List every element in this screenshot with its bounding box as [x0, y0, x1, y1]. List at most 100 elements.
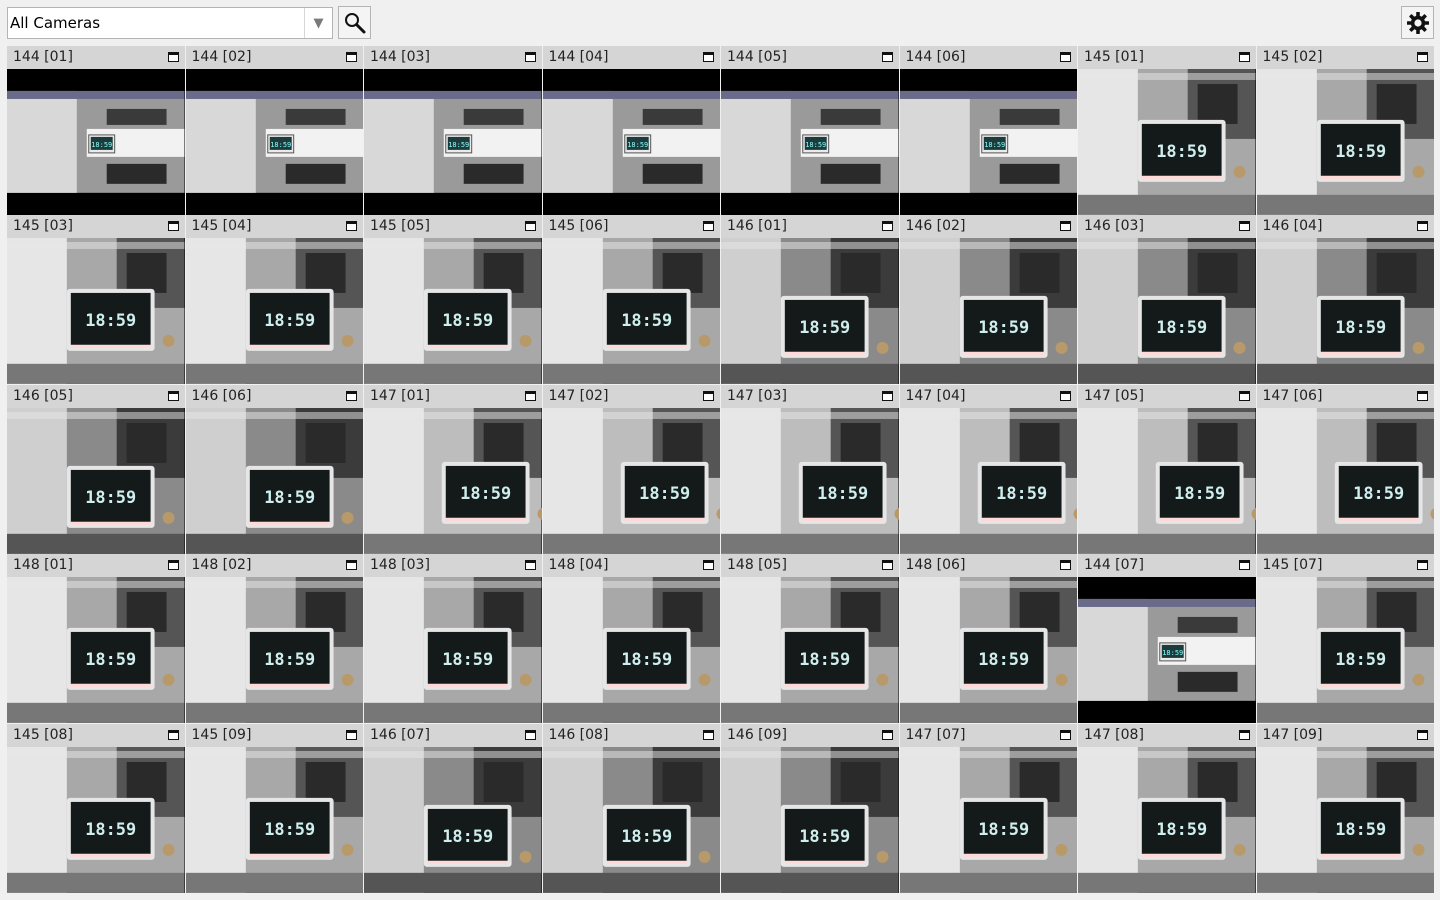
maximize-icon[interactable] — [703, 560, 714, 571]
maximize-icon[interactable] — [881, 52, 893, 62]
camera-tile[interactable]: 145 [09] 18:59 — [185, 723, 363, 893]
maximize-icon[interactable] — [1238, 729, 1250, 740]
camera-tile[interactable]: 145 [03] 18:59 — [7, 215, 185, 385]
camera-tile[interactable]: 147 [06] 18:59 — [1256, 384, 1434, 554]
camera-tile[interactable]: 145 [02] 18:59 — [1256, 46, 1434, 215]
maximize-icon[interactable] — [524, 390, 536, 401]
maximize-icon[interactable] — [346, 52, 357, 62]
settings-button[interactable] — [1401, 6, 1434, 39]
maximize-icon[interactable] — [703, 729, 714, 740]
camera-tile[interactable]: 148 [05] 18:59 — [721, 554, 899, 724]
camera-tile[interactable]: 144 [05] 18:59 — [721, 46, 899, 215]
camera-tile[interactable]: 147 [02] 18:59 — [542, 384, 720, 554]
maximize-icon[interactable] — [1238, 221, 1250, 232]
camera-feed[interactable]: 18:59 — [542, 238, 720, 385]
camera-tile[interactable]: 145 [01] 18:59 — [1078, 46, 1256, 215]
camera-feed[interactable]: 18:59 — [542, 407, 720, 554]
camera-feed[interactable]: 18:59 — [185, 69, 363, 215]
camera-tile[interactable]: 144 [06] 18:59 — [899, 46, 1077, 215]
maximize-icon[interactable] — [1417, 390, 1428, 401]
maximize-icon[interactable] — [1238, 52, 1250, 62]
maximize-icon[interactable] — [1060, 52, 1071, 62]
camera-feed[interactable]: 18:59 — [7, 746, 185, 893]
camera-feed[interactable]: 18:59 — [364, 69, 542, 215]
maximize-icon[interactable] — [881, 221, 893, 232]
maximize-icon[interactable] — [881, 560, 893, 571]
maximize-icon[interactable] — [1060, 390, 1071, 401]
maximize-icon[interactable] — [1417, 729, 1428, 740]
maximize-icon[interactable] — [703, 390, 714, 401]
camera-feed[interactable]: 18:59 — [899, 746, 1077, 893]
maximize-icon[interactable] — [346, 221, 357, 232]
camera-feed[interactable]: 18:59 — [1078, 746, 1256, 893]
chevron-down-icon[interactable]: ▼ — [304, 8, 332, 38]
camera-feed[interactable]: 18:59 — [1078, 238, 1256, 385]
camera-feed[interactable]: 18:59 — [721, 746, 899, 893]
camera-feed[interactable]: 18:59 — [1256, 238, 1434, 385]
maximize-icon[interactable] — [167, 560, 179, 571]
camera-feed[interactable]: 18:59 — [721, 69, 899, 215]
camera-tile[interactable]: 145 [07] 18:59 — [1256, 554, 1434, 724]
camera-tile[interactable]: 146 [02] 18:59 — [899, 215, 1077, 385]
camera-feed[interactable]: 18:59 — [1078, 69, 1256, 215]
camera-feed[interactable]: 18:59 — [185, 407, 363, 554]
camera-feed[interactable]: 18:59 — [364, 238, 542, 385]
camera-feed[interactable]: 18:59 — [899, 69, 1077, 215]
camera-feed[interactable]: 18:59 — [7, 238, 185, 385]
camera-feed[interactable]: 18:59 — [185, 238, 363, 385]
maximize-icon[interactable] — [346, 560, 357, 571]
camera-tile[interactable]: 147 [07] 18:59 — [899, 723, 1077, 893]
maximize-icon[interactable] — [524, 560, 536, 571]
camera-feed[interactable]: 18:59 — [364, 407, 542, 554]
maximize-icon[interactable] — [167, 52, 179, 62]
camera-tile[interactable]: 145 [08] 18:59 — [7, 723, 185, 893]
camera-tile[interactable]: 148 [06] 18:59 — [899, 554, 1077, 724]
camera-tile[interactable]: 145 [04] 18:59 — [185, 215, 363, 385]
camera-tile[interactable]: 146 [06] 18:59 — [185, 384, 363, 554]
maximize-icon[interactable] — [167, 729, 179, 740]
maximize-icon[interactable] — [524, 729, 536, 740]
maximize-icon[interactable] — [346, 390, 357, 401]
camera-tile[interactable]: 146 [07] 18:59 — [364, 723, 542, 893]
camera-feed[interactable]: 18:59 — [542, 69, 720, 215]
maximize-icon[interactable] — [1417, 52, 1428, 62]
maximize-icon[interactable] — [1238, 560, 1250, 571]
search-button[interactable] — [338, 6, 371, 39]
camera-tile[interactable]: 145 [06] 18:59 — [542, 215, 720, 385]
camera-tile[interactable]: 144 [01] 18:59 — [7, 46, 185, 215]
camera-tile[interactable]: 148 [04] 18:59 — [542, 554, 720, 724]
camera-feed[interactable]: 18:59 — [721, 238, 899, 385]
camera-tile[interactable]: 146 [08] 18:59 — [542, 723, 720, 893]
camera-tile[interactable]: 148 [01] 18:59 — [7, 554, 185, 724]
maximize-icon[interactable] — [703, 52, 714, 62]
camera-feed[interactable]: 18:59 — [1256, 69, 1434, 215]
camera-tile[interactable]: 148 [03] 18:59 — [364, 554, 542, 724]
camera-tile[interactable]: 147 [08] 18:59 — [1078, 723, 1256, 893]
camera-feed[interactable]: 18:59 — [7, 69, 185, 215]
camera-tile[interactable]: 146 [04] 18:59 — [1256, 215, 1434, 385]
maximize-icon[interactable] — [703, 221, 714, 232]
maximize-icon[interactable] — [524, 52, 536, 62]
maximize-icon[interactable] — [881, 729, 893, 740]
camera-tile[interactable]: 147 [05] 18:59 — [1078, 384, 1256, 554]
maximize-icon[interactable] — [1060, 729, 1071, 740]
maximize-icon[interactable] — [1060, 560, 1071, 571]
camera-feed[interactable]: 18:59 — [1078, 407, 1256, 554]
camera-tile[interactable]: 144 [03] 18:59 — [364, 46, 542, 215]
camera-tile[interactable]: 144 [07] 18:59 — [1078, 554, 1256, 724]
maximize-icon[interactable] — [346, 729, 357, 740]
camera-feed[interactable]: 18:59 — [364, 577, 542, 724]
camera-tile[interactable]: 146 [03] 18:59 — [1078, 215, 1256, 385]
camera-feed[interactable]: 18:59 — [1256, 746, 1434, 893]
maximize-icon[interactable] — [524, 221, 536, 232]
maximize-icon[interactable] — [1417, 560, 1428, 571]
camera-feed[interactable]: 18:59 — [185, 746, 363, 893]
camera-feed[interactable]: 18:59 — [364, 746, 542, 893]
camera-feed[interactable]: 18:59 — [542, 577, 720, 724]
camera-tile[interactable]: 146 [01] 18:59 — [721, 215, 899, 385]
camera-feed[interactable]: 18:59 — [721, 407, 899, 554]
maximize-icon[interactable] — [1060, 221, 1071, 232]
camera-tile[interactable]: 144 [02] 18:59 — [185, 46, 363, 215]
camera-tile[interactable]: 146 [05] 18:59 — [7, 384, 185, 554]
camera-feed[interactable]: 18:59 — [899, 407, 1077, 554]
